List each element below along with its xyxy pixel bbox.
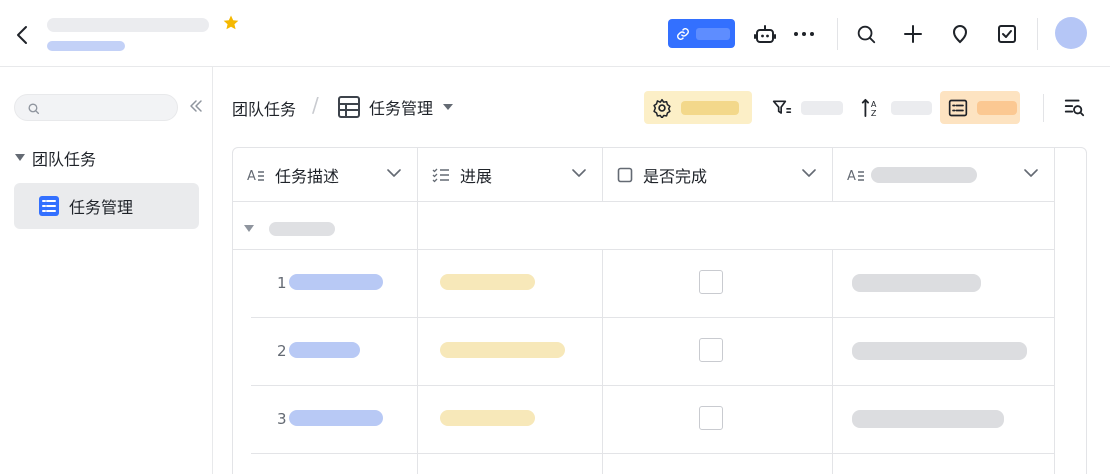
progress-cell[interactable] bbox=[440, 342, 565, 358]
sidebar-item-label: 任务管理 bbox=[69, 198, 134, 217]
sidebar-group-team-tasks[interactable]: 团队任务 bbox=[14, 147, 96, 169]
ai-assistant-button[interactable] bbox=[753, 22, 777, 46]
group-label-placeholder bbox=[269, 222, 335, 236]
checklist-field-icon bbox=[432, 168, 449, 182]
collapse-sidebar-button[interactable] bbox=[188, 98, 206, 116]
progress-cell[interactable] bbox=[440, 274, 535, 290]
column-header-task-description[interactable]: A 任务描述 bbox=[233, 148, 418, 202]
avatar[interactable] bbox=[1055, 17, 1087, 49]
chevron-down-icon[interactable] bbox=[802, 168, 816, 178]
toolbar-divider bbox=[1037, 18, 1038, 50]
toolbar-divider bbox=[1043, 94, 1044, 122]
bell-icon bbox=[952, 24, 968, 44]
grid-table-icon bbox=[338, 96, 360, 118]
back-button[interactable] bbox=[12, 22, 32, 48]
settings-label-placeholder bbox=[681, 100, 739, 115]
column-header-label: 任务描述 bbox=[275, 166, 340, 186]
more-button[interactable] bbox=[792, 22, 816, 46]
caret-down-icon bbox=[443, 104, 454, 110]
sort-label-placeholder bbox=[890, 100, 932, 115]
chevron-down-icon[interactable] bbox=[387, 168, 401, 178]
svg-text:A: A bbox=[247, 169, 256, 183]
row-number: 3 bbox=[277, 410, 287, 428]
completed-checkbox[interactable] bbox=[699, 270, 723, 294]
column-4-cell[interactable] bbox=[852, 410, 1004, 428]
column-4-cell[interactable] bbox=[852, 274, 981, 292]
sort-icon: AZ bbox=[861, 98, 877, 118]
column-header-completed[interactable]: 是否完成 bbox=[603, 148, 833, 202]
toolbar-divider bbox=[837, 18, 838, 50]
chevron-down-icon[interactable] bbox=[572, 168, 586, 178]
table-row[interactable]: 2 bbox=[251, 318, 1055, 386]
notifications-button[interactable] bbox=[948, 22, 972, 46]
filter-icon bbox=[772, 100, 792, 114]
top-bar bbox=[0, 0, 1110, 67]
search-button[interactable] bbox=[854, 22, 878, 46]
completed-checkbox[interactable] bbox=[699, 338, 723, 362]
sidebar: 团队任务 任务管理 bbox=[0, 67, 213, 474]
plus-icon bbox=[904, 25, 922, 43]
data-table: A 任务描述 进展 是否完成 A 1 2 3 bbox=[232, 147, 1087, 474]
completed-checkbox[interactable] bbox=[699, 406, 723, 430]
current-table-name: 任务管理 bbox=[369, 99, 434, 118]
text-field-icon: A bbox=[847, 169, 864, 183]
tasks-button[interactable] bbox=[995, 22, 1019, 46]
table-row[interactable]: 1 bbox=[251, 250, 1055, 318]
sidebar-item-task-management[interactable]: 任务管理 bbox=[14, 183, 199, 229]
breadcrumb-workspace[interactable]: 团队任务 bbox=[232, 96, 296, 120]
double-chevron-left-icon bbox=[190, 100, 202, 112]
add-button[interactable] bbox=[901, 22, 925, 46]
breadcrumb-separator: / bbox=[312, 93, 319, 117]
row-number: 1 bbox=[277, 274, 287, 292]
robot-icon bbox=[754, 25, 776, 43]
table-row[interactable]: 3 bbox=[251, 386, 1055, 454]
text-field-icon: A bbox=[247, 169, 264, 183]
svg-text:A: A bbox=[847, 169, 856, 183]
column-header-label-placeholder bbox=[871, 166, 977, 183]
row-number: 2 bbox=[277, 342, 287, 360]
column-header-4[interactable]: A bbox=[833, 148, 1055, 202]
caret-down-icon[interactable] bbox=[243, 224, 255, 234]
chevron-down-icon[interactable] bbox=[1024, 168, 1038, 178]
task-description-cell[interactable] bbox=[289, 274, 383, 290]
column-header-progress[interactable]: 进展 bbox=[418, 148, 603, 202]
task-description-cell[interactable] bbox=[289, 410, 383, 426]
caret-down-icon bbox=[15, 154, 25, 161]
field-settings-button[interactable] bbox=[644, 91, 752, 124]
favorite-star-icon[interactable] bbox=[222, 14, 242, 34]
progress-cell[interactable] bbox=[440, 410, 535, 426]
link-icon bbox=[677, 27, 689, 40]
list-view-icon bbox=[948, 99, 968, 116]
group-header-row[interactable] bbox=[233, 210, 1055, 250]
document-title-placeholder bbox=[47, 18, 209, 32]
chevron-left-icon bbox=[17, 26, 27, 44]
find-list-icon bbox=[1064, 99, 1085, 117]
view-options-button[interactable] bbox=[940, 91, 1020, 124]
share-label-placeholder bbox=[696, 27, 730, 40]
table-view-icon bbox=[39, 196, 59, 216]
column-4-cell[interactable] bbox=[852, 342, 1027, 360]
share-button[interactable] bbox=[668, 19, 735, 48]
more-dots-icon bbox=[794, 32, 814, 36]
view-label-placeholder bbox=[977, 100, 1017, 115]
task-description-cell[interactable] bbox=[289, 342, 360, 358]
svg-text:Z: Z bbox=[871, 108, 877, 118]
sidebar-search-input[interactable] bbox=[14, 94, 178, 121]
search-icon bbox=[28, 103, 40, 115]
column-header-label: 是否完成 bbox=[643, 166, 708, 186]
gear-icon bbox=[653, 98, 671, 118]
find-in-table-button[interactable] bbox=[1063, 96, 1087, 120]
filter-label-placeholder bbox=[801, 100, 843, 115]
sidebar-group-label: 团队任务 bbox=[32, 150, 97, 169]
column-header-label: 进展 bbox=[460, 166, 493, 186]
table-switcher[interactable]: 任务管理 bbox=[338, 95, 454, 119]
task-checkbox-icon bbox=[998, 25, 1016, 43]
document-subtitle-placeholder bbox=[47, 41, 125, 51]
sort-button[interactable]: AZ bbox=[852, 91, 932, 124]
search-icon bbox=[857, 25, 876, 44]
checkbox-field-icon bbox=[617, 167, 633, 182]
filter-button[interactable] bbox=[764, 91, 844, 124]
